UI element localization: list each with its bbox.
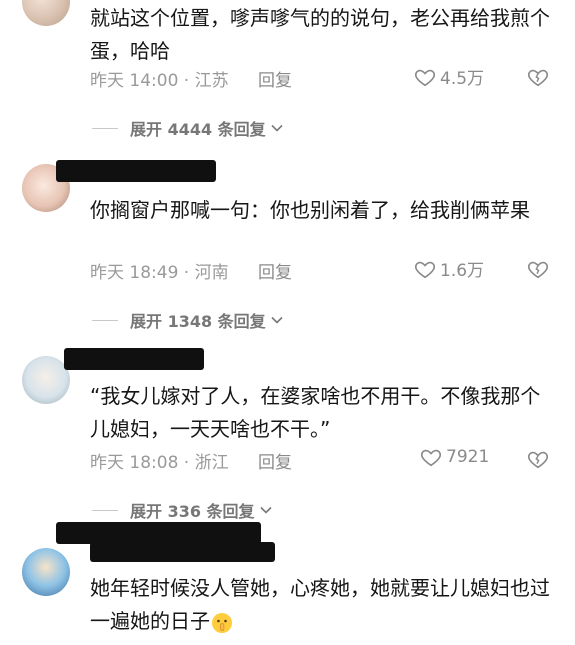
reply-button[interactable]: 回复 — [258, 448, 292, 473]
divider-line — [92, 127, 118, 129]
chevron-down-icon — [271, 316, 283, 324]
like-count: 1.6万 — [440, 261, 485, 281]
redacted-username — [56, 160, 216, 182]
expand-replies-button[interactable]: 展开 336 条回复 — [92, 498, 273, 522]
like-button[interactable]: 4.5万 — [414, 64, 484, 89]
comment-text: 你搁窗户那喊一句：你也别闲着了，给我削俩苹果 — [90, 198, 530, 222]
comment-text: 她年轻时候没人管她，心疼她，她就要让儿媳妇也过一遍她的日子 — [90, 572, 560, 638]
like-count: 4.5万 — [440, 69, 485, 89]
redacted-username — [56, 522, 261, 544]
heart-outline-icon — [414, 261, 436, 278]
expand-replies-button[interactable]: 展开 4444 条回复 — [92, 116, 284, 140]
reply-button[interactable]: 回复 — [258, 258, 292, 283]
expand-replies-label: 展开 1348 条回复 — [130, 312, 266, 331]
chevron-down-icon — [271, 124, 283, 132]
comment-meta: 昨天 14:00 · 江苏 — [90, 71, 229, 91]
redacted-username — [90, 542, 275, 562]
comment-meta: 昨天 18:08 · 浙江 — [90, 453, 229, 473]
shush-face-emoji-icon — [210, 611, 234, 635]
divider-line — [92, 319, 118, 321]
expand-replies-button[interactable]: 展开 1348 条回复 — [92, 308, 284, 332]
chevron-down-icon — [259, 506, 272, 514]
broken-heart-icon[interactable] — [527, 66, 549, 88]
commenter-avatar[interactable] — [22, 356, 70, 404]
commenter-avatar[interactable] — [22, 0, 70, 26]
like-button[interactable]: 1.6万 — [414, 256, 484, 281]
broken-heart-icon[interactable] — [527, 258, 549, 280]
comment-text: 就站这个位置，嗲声嗲气的的说句，老公再给我煎个蛋，哈哈 — [90, 6, 550, 63]
redacted-username — [64, 348, 204, 370]
comment-text-body: 她年轻时候没人管她，心疼她，她就要让儿媳妇也过一遍她的日子 — [90, 576, 550, 633]
heart-outline-icon — [420, 449, 442, 467]
comment-text: “我女儿嫁对了人，在婆家啥也不用干。不像我那个儿媳妇，一天天啥也不干。” — [90, 384, 541, 441]
like-button[interactable]: 7921 — [420, 446, 489, 468]
broken-heart-icon[interactable] — [527, 448, 549, 470]
comment-meta: 昨天 18:49 · 河南 — [90, 263, 229, 283]
expand-replies-label: 展开 4444 条回复 — [130, 120, 266, 139]
commenter-avatar[interactable] — [22, 548, 70, 596]
divider-line — [92, 509, 118, 511]
reply-button[interactable]: 回复 — [258, 66, 292, 91]
like-count: 7921 — [446, 447, 490, 467]
heart-outline-icon — [414, 69, 436, 86]
expand-replies-label: 展开 336 条回复 — [130, 502, 255, 521]
